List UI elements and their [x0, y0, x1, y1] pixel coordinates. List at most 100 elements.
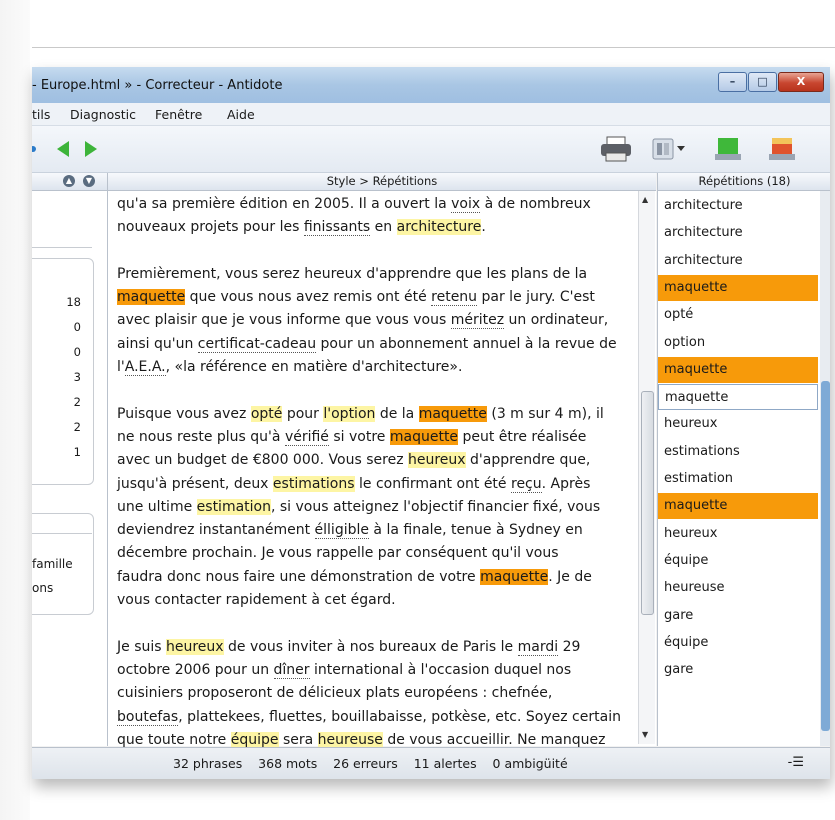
corrector-green-icon[interactable]: [715, 136, 741, 162]
text-line: Je suis heureux de vous inviter à nos bu…: [117, 636, 637, 659]
repetition-item[interactable]: architecture: [658, 248, 818, 274]
repetition-item[interactable]: estimations: [658, 439, 818, 465]
repetition-mark[interactable]: estimations: [272, 475, 355, 492]
text-line: maquette que vous nous avez remis ont ét…: [117, 286, 637, 309]
error-underline[interactable]: voix: [451, 196, 481, 213]
close-button[interactable]: X: [778, 72, 824, 92]
repetition-mark[interactable]: heureux: [166, 638, 224, 655]
text-run: cuisiniers proposeront de délicieux plat…: [117, 685, 553, 702]
menu-diagnostic[interactable]: Diagnostic: [70, 107, 136, 122]
scroll-down-icon[interactable]: ▼: [642, 730, 648, 739]
repetition-mark[interactable]: architecture: [396, 219, 482, 236]
repetition-item[interactable]: heureux: [658, 411, 818, 437]
repetition-item[interactable]: maquette: [658, 274, 818, 301]
error-underline[interactable]: boutefas: [117, 708, 179, 726]
count-value: 0: [73, 320, 81, 334]
scroll-up-icon[interactable]: ▲: [642, 195, 648, 204]
scrollbar-thumb[interactable]: [641, 391, 654, 615]
error-underline[interactable]: élligible: [314, 522, 369, 540]
text-run: l': [117, 359, 125, 376]
repetition-item[interactable]: heureux: [658, 521, 818, 547]
text-run: vous contacter rapidement à cet égard.: [117, 592, 396, 609]
collapse-up-icon[interactable]: ▲: [63, 175, 75, 187]
repetition-item[interactable]: équipe: [658, 630, 818, 656]
repetition-item[interactable]: option: [658, 330, 818, 356]
error-underline[interactable]: reçu: [511, 475, 542, 493]
text-line: décembre prochain. Je vous rappelle par …: [117, 542, 637, 565]
text-run: Premièrement, vous serez heureux d'appre…: [117, 265, 588, 282]
text-run: avec un budget de €800 000. Vous serez: [117, 452, 408, 469]
repetition-item[interactable]: gare: [658, 657, 818, 683]
scrollbar-thumb[interactable]: [821, 381, 830, 731]
document-scrollbar[interactable]: ▲ ▼: [638, 191, 655, 744]
text-run: de vous inviter à nos bureaux de Paris l…: [223, 638, 518, 655]
repetition-highlight[interactable]: maquette: [389, 428, 459, 445]
menu-bar: tils Diagnostic Fenêtre Aide: [32, 103, 830, 126]
repetition-item[interactable]: estimation: [658, 466, 818, 492]
repetition-item[interactable]: heureuse: [658, 575, 818, 601]
repetition-mark[interactable]: heureux: [408, 452, 466, 469]
status-alertes: 11 alertes: [413, 756, 477, 771]
window-controls: – □ X: [717, 72, 824, 92]
error-underline[interactable]: mardi: [517, 638, 559, 656]
error-underline[interactable]: retenu: [431, 289, 478, 307]
collapse-down-icon[interactable]: ▼: [83, 175, 95, 187]
document-text[interactable]: qu'a sa première édition en 2005. Il a o…: [117, 193, 637, 775]
text-line: avec plaisir que je vous informe que vou…: [117, 309, 637, 332]
status-ambiguite: 0 ambigüité: [492, 756, 568, 771]
repetition-item[interactable]: maquette: [658, 356, 818, 383]
text-line: Puisque vous avez opté pour l'option de …: [117, 403, 637, 426]
layout-toggle-icon[interactable]: -☰: [788, 755, 804, 770]
menu-outils[interactable]: tils: [32, 107, 50, 122]
repetitions-scrollbar[interactable]: [820, 191, 830, 746]
minimize-button[interactable]: –: [718, 72, 747, 92]
repetition-mark[interactable]: opté: [250, 405, 283, 422]
text-run: , si vous atteignez l'objectif financier…: [270, 498, 601, 515]
chevron-down-icon[interactable]: [677, 146, 685, 152]
error-underline[interactable]: vérifié: [284, 428, 329, 446]
toolbar-dot-icon: [32, 146, 36, 152]
text-run: , «la référence en matière d'architectur…: [165, 359, 463, 376]
error-underline[interactable]: finissants: [303, 219, 371, 237]
error-underline[interactable]: dîner: [273, 661, 310, 679]
text-run: d'apprendre que,: [465, 452, 591, 469]
error-underline[interactable]: A.E.A.: [124, 359, 166, 377]
repetition-mark[interactable]: estimation: [196, 498, 271, 515]
repetition-highlight[interactable]: maquette: [480, 568, 549, 585]
error-underline[interactable]: certificat-cadeau: [197, 335, 317, 353]
repetition-item[interactable]: équipe: [658, 548, 818, 574]
option-label[interactable]: ons: [32, 581, 53, 595]
repetition-item[interactable]: maquette: [658, 384, 818, 411]
dictionary-orange-icon[interactable]: [769, 136, 795, 162]
guide-icon[interactable]: [652, 138, 674, 160]
repetition-mark[interactable]: l'option: [323, 405, 376, 422]
option-label[interactable]: famille: [32, 557, 73, 571]
text-run: ainsi qu'un: [117, 335, 198, 352]
category-counts-box: [32, 258, 94, 485]
text-run: que vous nous avez remis ont été: [185, 289, 432, 306]
status-phrases: 32 phrases: [173, 756, 243, 771]
print-icon[interactable]: [600, 136, 632, 162]
text-line: l'A.E.A., «la référence en matière d'arc…: [117, 356, 637, 379]
maximize-icon: □: [757, 75, 768, 88]
repetition-item[interactable]: opté: [658, 302, 818, 328]
repetition-item[interactable]: architecture: [658, 193, 818, 219]
maximize-button[interactable]: □: [748, 72, 777, 92]
repetition-item[interactable]: architecture: [658, 220, 818, 246]
text-line: faudra donc nous faire une démonstration…: [117, 566, 637, 589]
menu-fenetre[interactable]: Fenêtre: [155, 107, 202, 122]
error-underline[interactable]: méritez: [450, 312, 505, 330]
repetition-highlight[interactable]: maquette: [418, 405, 487, 422]
text-line: ne nous reste plus qu'à vérifié si votre…: [117, 426, 637, 449]
repetition-highlight[interactable]: maquette: [117, 289, 186, 306]
navigation-arrows-icon[interactable]: [57, 140, 97, 158]
title-bar[interactable]: - Europe.html » - Correcteur - Antidote …: [32, 67, 830, 103]
repetition-mark[interactable]: équipe: [230, 731, 279, 748]
repetition-item[interactable]: maquette: [658, 493, 818, 520]
menu-aide[interactable]: Aide: [227, 107, 255, 122]
text-line: ainsi qu'un certificat-cadeau pour un ab…: [117, 333, 637, 356]
repetition-mark[interactable]: heureuse: [317, 731, 383, 748]
repetition-item[interactable]: gare: [658, 603, 818, 629]
